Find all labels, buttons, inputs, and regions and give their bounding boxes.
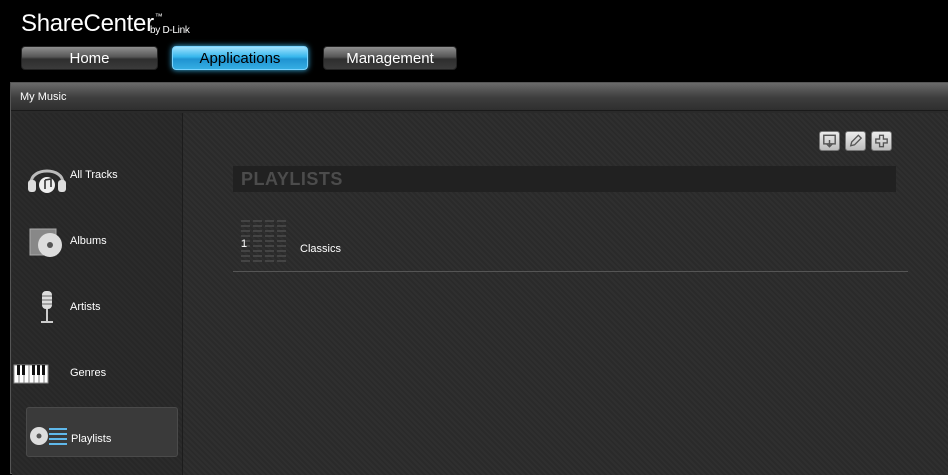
playlist-name: Classics <box>300 243 341 255</box>
edit-button[interactable] <box>845 131 866 151</box>
playlists-content: PLAYLISTS 1 Classics <box>183 113 948 475</box>
logo-trademark: ™ <box>154 12 163 21</box>
piano-keys-icon <box>13 364 49 384</box>
nav-management-button[interactable]: Management <box>323 46 457 70</box>
sidebar-item-albums[interactable]: Albums <box>26 217 178 267</box>
music-sidebar: All Tracks Albums Artists Genres Playlis… <box>12 113 183 475</box>
playlists-heading: PLAYLISTS <box>233 166 896 192</box>
headphones-icon <box>28 169 66 193</box>
nav-home-button[interactable]: Home <box>21 46 158 70</box>
album-cd-icon <box>29 228 62 257</box>
edit-pencil-icon <box>849 134 863 147</box>
sharecenter-logo: ShareCenter™ by D-Link <box>21 10 190 38</box>
export-icon <box>823 134 836 148</box>
add-icon <box>875 134 888 148</box>
sidebar-item-artists[interactable]: Artists <box>26 283 178 333</box>
playlist-icon <box>30 427 67 445</box>
sidebar-item-label: Artists <box>70 301 101 313</box>
microphone-icon <box>41 291 53 323</box>
my-music-panel: My Music All Tracks Albums Artists Genre… <box>10 82 948 475</box>
logo-by-dlink: by D-Link <box>150 25 190 36</box>
sidebar-item-label: Albums <box>70 235 107 247</box>
sidebar-item-label: All Tracks <box>70 169 118 181</box>
top-header: ShareCenter™ by D-Link Home Applications … <box>0 0 948 80</box>
sidebar-item-all-tracks[interactable]: All Tracks <box>26 151 178 201</box>
playlist-row[interactable]: 1 Classics <box>233 217 908 272</box>
sidebar-item-playlists[interactable]: Playlists <box>26 407 178 457</box>
logo-main-text: ShareCenter <box>21 10 154 37</box>
add-button[interactable] <box>871 131 892 151</box>
sidebar-item-genres[interactable]: Genres <box>13 349 178 399</box>
nav-applications-button[interactable]: Applications <box>172 46 308 70</box>
export-button[interactable] <box>819 131 840 151</box>
panel-title: My Music <box>11 83 948 111</box>
playlist-number: 1 <box>241 238 248 250</box>
sidebar-item-label: Playlists <box>71 433 112 445</box>
playlist-grid-icon <box>241 220 286 262</box>
sidebar-item-label: Genres <box>70 367 107 379</box>
